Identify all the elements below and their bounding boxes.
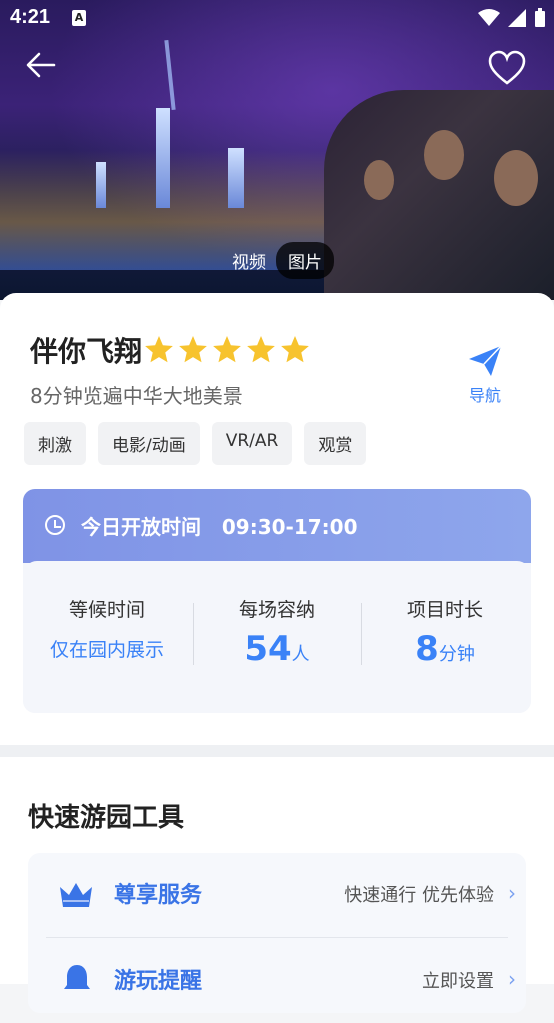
quick-tools-list: 尊享服务 快速通行 优先体验 › 游玩提醒 立即设置 › (28, 853, 526, 1013)
stat-number: 54 (244, 629, 292, 669)
tool-desc: 立即设置 (422, 971, 494, 992)
quick-tools-section: 快速游园工具 尊享服务 快速通行 优先体验 › 游玩提醒 立即设置 › (0, 757, 554, 1013)
skyline-tower (156, 108, 170, 208)
audience-face (494, 150, 538, 206)
opening-hours-text: 今日开放时间 09:30-17:00 (81, 511, 358, 540)
tool-item-reminder[interactable]: 游玩提醒 立即设置 › (28, 939, 526, 1023)
signal-icon (508, 9, 526, 27)
navigate-button[interactable]: 导航 (462, 344, 508, 406)
star-icon (179, 336, 207, 363)
skyline-tower (228, 148, 244, 208)
tab-photo[interactable]: 图片 (276, 241, 334, 279)
status-bar: 4:21 A (0, 0, 554, 36)
wifi-icon (478, 9, 500, 26)
skyline-tower (96, 162, 106, 208)
notification-icon: A (72, 10, 86, 26)
tool-name: 游玩提醒 (114, 969, 203, 994)
tag: 观赏 (304, 422, 367, 465)
rating-stars (143, 334, 311, 366)
star-icon (213, 336, 241, 363)
stat-number: 8 (415, 629, 439, 669)
favorite-heart-icon[interactable] (488, 50, 526, 86)
chevron-right-icon: › (508, 967, 516, 991)
audience-face (424, 130, 464, 180)
crown-icon (60, 883, 92, 907)
tab-video[interactable]: 视频 (222, 248, 276, 273)
opening-hours-label: 今日开放时间 (81, 515, 201, 539)
audience-seats (324, 90, 554, 300)
stats-panel: 等候时间 仅在园内展示 每场容纳 54人 项目时长 8分钟 (23, 561, 531, 713)
audience-face (364, 160, 394, 200)
attraction-description: 8分钟览遍中华大地美景 (30, 384, 243, 408)
stat-label: 每场容纳 (238, 599, 315, 621)
stat-label: 等候时间 (68, 599, 145, 621)
tool-desc: 快速通行 优先体验 (344, 885, 494, 906)
stat-wait-time: 等候时间 仅在园内展示 (23, 561, 191, 713)
attraction-name: 伴你飞翔 (30, 335, 143, 368)
tag: VR/AR (211, 422, 293, 465)
stat-value: 仅在园内展示 (49, 639, 164, 661)
star-icon (281, 336, 309, 363)
row-divider (46, 937, 508, 938)
back-arrow-icon[interactable] (24, 48, 58, 82)
stat-unit: 分钟 (438, 644, 475, 665)
section-gap (0, 745, 554, 757)
tag: 电影/动画 (98, 422, 200, 465)
clock-icon (45, 515, 65, 535)
chevron-right-icon: › (508, 881, 516, 905)
paper-plane-icon (469, 345, 502, 376)
stat-capacity: 每场容纳 54人 (193, 561, 361, 713)
tag: 刺激 (24, 422, 86, 465)
opening-hours-value: 09:30-17:00 (221, 515, 358, 539)
status-time: 4:21 (10, 6, 51, 28)
navigate-label: 导航 (468, 386, 501, 405)
tool-name: 尊享服务 (114, 883, 203, 908)
star-icon (145, 336, 173, 363)
tag-list: 刺激 电影/动画 VR/AR 观赏 (24, 422, 367, 465)
media-toggle: 视频 图片 (222, 241, 334, 279)
quick-tools-title: 快速游园工具 (28, 803, 185, 833)
light-beam (164, 39, 176, 111)
stat-label: 项目时长 (406, 599, 483, 621)
opening-hours-header: 今日开放时间 09:30-17:00 (23, 489, 531, 563)
hero-image[interactable]: 4:21 A 视频 图片 (0, 0, 554, 300)
opening-hours-panel: 今日开放时间 09:30-17:00 等候时间 仅在园内展示 每场容纳 54人 … (23, 489, 531, 713)
stat-unit: 人 (291, 644, 310, 665)
star-icon (247, 336, 275, 363)
stat-duration: 项目时长 8分钟 (361, 561, 529, 713)
tool-item-vip[interactable]: 尊享服务 快速通行 优先体验 › (28, 853, 526, 937)
battery-icon (535, 8, 545, 27)
bell-icon (64, 965, 90, 989)
